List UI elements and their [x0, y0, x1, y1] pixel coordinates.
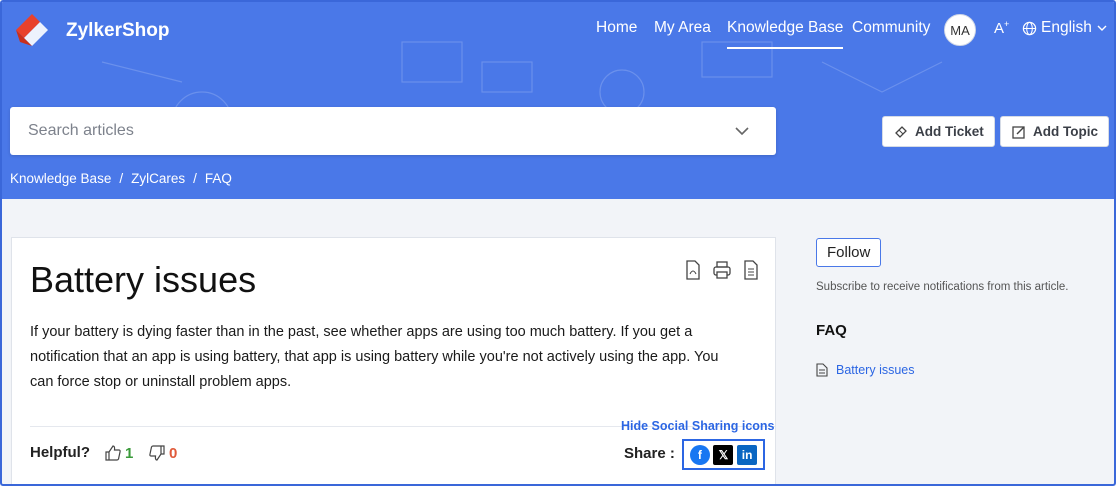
font-size-label: A — [994, 20, 1005, 37]
language-label: English — [1041, 19, 1092, 36]
document-icon — [816, 363, 828, 377]
add-ticket-button[interactable]: Add Ticket — [882, 116, 995, 147]
chevron-down-icon[interactable] — [734, 123, 750, 139]
hide-social-sharing-link[interactable]: Hide Social Sharing icons — [621, 419, 775, 433]
page: ZylkerShop Home My Area Knowledge Base C… — [0, 0, 1116, 486]
document-icon[interactable] — [742, 260, 760, 280]
breadcrumb: Knowledge Base / ZylCares / FAQ — [10, 171, 232, 186]
avatar[interactable]: MA — [944, 14, 976, 46]
like-button[interactable]: 1 — [104, 444, 133, 462]
nav-knowledge-base[interactable]: Knowledge Base — [727, 19, 844, 49]
nav-community[interactable]: Community — [852, 19, 930, 37]
add-ticket-label: Add Ticket — [915, 124, 984, 139]
globe-icon — [1022, 21, 1037, 35]
nav-home[interactable]: Home — [596, 19, 637, 37]
search-placeholder: Search articles — [28, 122, 134, 139]
article-title: Battery issues — [30, 259, 257, 300]
chevron-down-icon — [1097, 25, 1107, 31]
dislike-count: 0 — [169, 444, 178, 462]
follow-note: Subscribe to receive notifications from … — [816, 281, 1069, 293]
x-twitter-icon[interactable]: 𝕏 — [713, 444, 734, 465]
edit-icon — [1012, 125, 1025, 139]
linkedin-icon[interactable]: in — [737, 444, 758, 465]
helpful-label: Helpful? — [30, 444, 90, 461]
zylkershop-logo[interactable] — [10, 8, 54, 52]
breadcrumb-zylcares[interactable]: ZylCares — [131, 171, 185, 186]
search-input[interactable]: Search articles — [10, 107, 776, 155]
sidebar-item-battery-issues[interactable]: Battery issues — [816, 363, 915, 377]
article-card: Battery issues If your battery is dying … — [11, 237, 776, 484]
add-topic-button[interactable]: Add Topic — [1000, 116, 1109, 147]
ticket-icon — [895, 125, 907, 138]
brand-name[interactable]: ZylkerShop — [66, 20, 169, 42]
article-tools — [684, 260, 760, 280]
pdf-icon[interactable] — [684, 260, 702, 280]
header-banner: ZylkerShop Home My Area Knowledge Base C… — [2, 2, 1114, 199]
social-share-box: f 𝕏 in — [682, 439, 765, 470]
follow-button[interactable]: Follow — [816, 238, 882, 267]
breadcrumb-separator: / — [119, 171, 124, 186]
font-size-plus: + — [1004, 19, 1010, 29]
article-body: If your battery is dying faster than in … — [30, 324, 719, 390]
sidebar-item-label: Battery issues — [836, 363, 915, 377]
share-label: Share : — [624, 445, 675, 462]
thumbs-down-icon — [149, 445, 165, 461]
nav-my-area[interactable]: My Area — [654, 19, 711, 37]
add-topic-label: Add Topic — [1033, 124, 1098, 139]
like-count: 1 — [125, 444, 134, 462]
dislike-button[interactable]: 0 — [148, 444, 177, 462]
sidebar-section-title: FAQ — [816, 322, 847, 339]
facebook-icon[interactable]: f — [689, 444, 710, 465]
print-icon[interactable] — [712, 260, 732, 280]
font-size-icon[interactable]: A+ — [994, 19, 1009, 37]
language-selector[interactable]: English — [1022, 19, 1108, 37]
breadcrumb-knowledge-base[interactable]: Knowledge Base — [10, 171, 111, 186]
breadcrumb-faq[interactable]: FAQ — [205, 171, 232, 186]
thumbs-up-icon — [105, 445, 121, 461]
breadcrumb-separator: / — [193, 171, 197, 186]
